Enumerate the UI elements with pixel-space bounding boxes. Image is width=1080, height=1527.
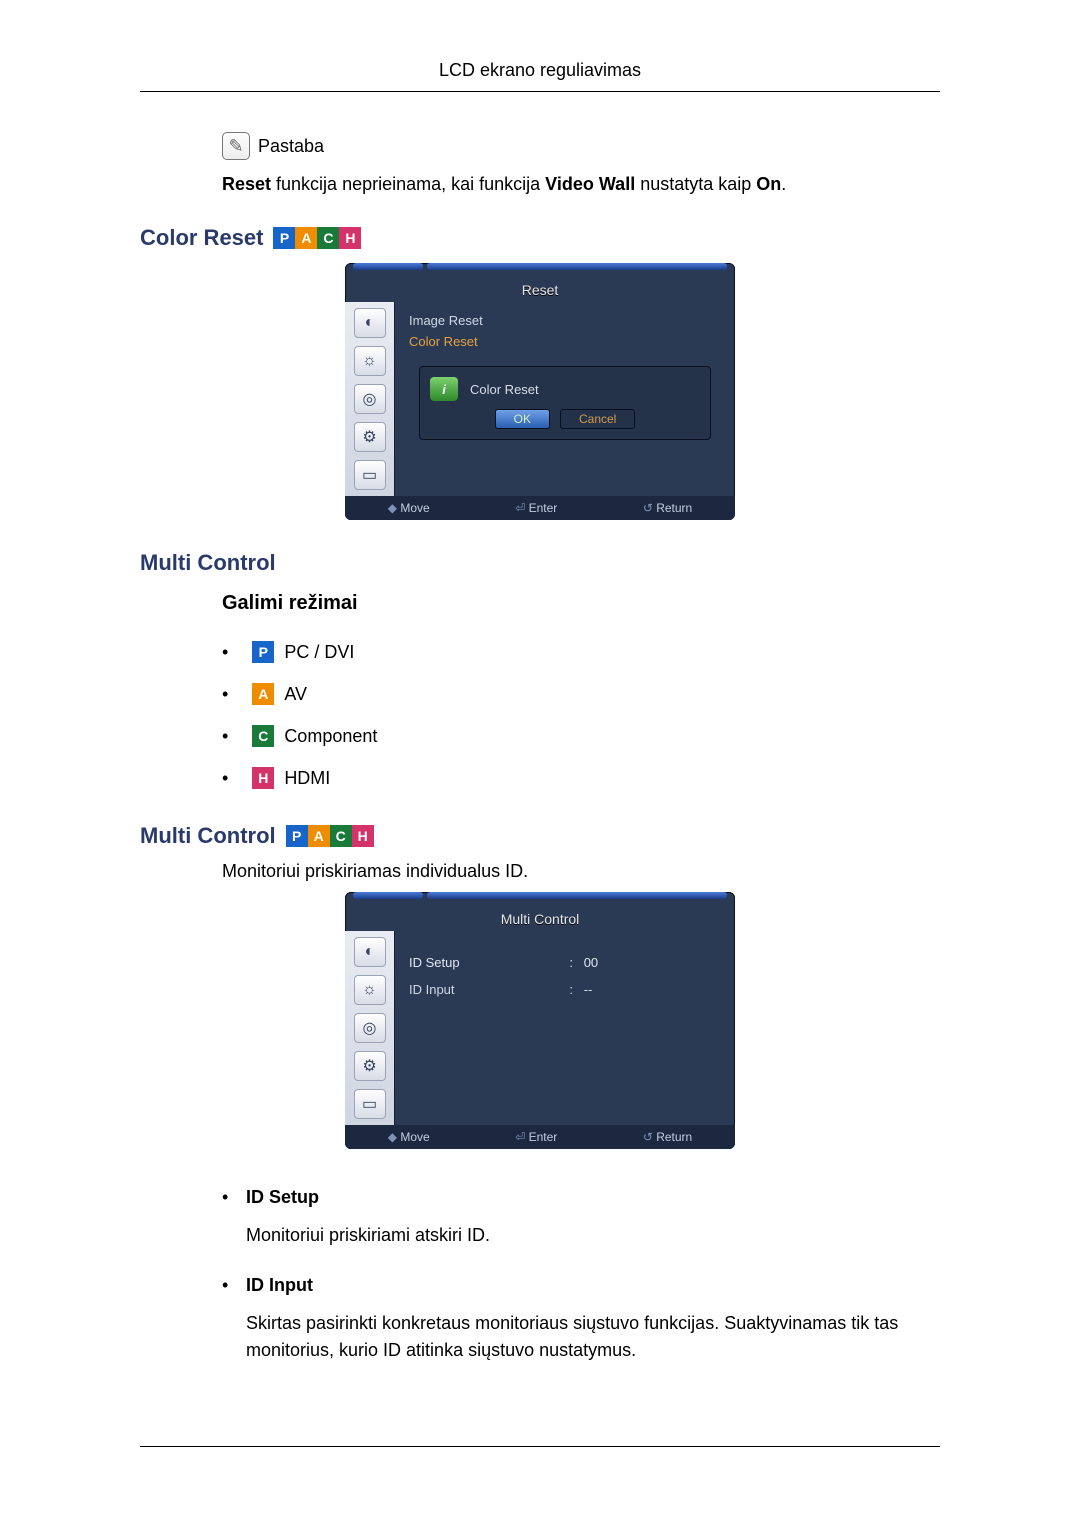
osd-side-icon: ◎ xyxy=(354,1013,386,1043)
osd-side-icon: ◐ xyxy=(354,937,386,967)
osd-footer-return: Return xyxy=(656,501,692,515)
badge-p-icon: P xyxy=(252,641,274,663)
mode-label: AV xyxy=(284,684,307,705)
osd-side-icon: ☼ xyxy=(354,346,386,376)
note-bold-on: On xyxy=(756,174,781,194)
osd-row-label: ID Input xyxy=(409,982,559,997)
subhead-modes: Galimi režimai xyxy=(222,592,940,615)
modes-list: P PC / DVI A AV C Component H HDMI xyxy=(222,631,940,799)
osd-footer-return: Return xyxy=(656,1130,692,1144)
badge-a-icon: A xyxy=(252,683,274,705)
list-item: •ID Setup Monitoriui priskiriami atskiri… xyxy=(222,1179,940,1267)
osd-row-value: -- xyxy=(584,982,721,997)
mode-item: H HDMI xyxy=(222,757,940,799)
osd-side-icons: ◐ ☼ ◎ ⚙ ▭ xyxy=(345,931,395,1125)
section-title-color-reset: Color Reset xyxy=(140,225,263,251)
id-definitions-list: •ID Setup Monitoriui priskiriami atskiri… xyxy=(222,1179,940,1382)
osd-dialog: i Color Reset OK Cancel xyxy=(419,366,711,440)
osd-footer-move: Move xyxy=(400,501,429,515)
mode-label: Component xyxy=(284,726,377,747)
mode-label: PC / DVI xyxy=(284,642,354,663)
mode-item: A AV xyxy=(222,673,940,715)
id-input-title: ID Input xyxy=(246,1275,313,1295)
multi-control-intro: Monitoriui priskiriamas individualus ID. xyxy=(222,861,940,882)
osd-reset-panel: Reset ◐ ☼ ◎ ⚙ ▭ Image Reset Color Reset … xyxy=(345,263,735,520)
mode-label: HDMI xyxy=(284,768,330,789)
osd-row-sep: : xyxy=(559,955,584,970)
badge-h-icon: H xyxy=(352,825,374,847)
osd-row[interactable]: ID Input : -- xyxy=(409,976,721,1003)
osd-multi-panel: Multi Control ◐ ☼ ◎ ⚙ ▭ ID Setup : 00 ID… xyxy=(345,892,735,1149)
osd-side-icons: ◐ ☼ ◎ ⚙ ▭ xyxy=(345,302,395,496)
osd-multi-title: Multi Control xyxy=(345,905,735,931)
badge-a-icon: A xyxy=(308,825,330,847)
page-header: LCD ekrano reguliavimas xyxy=(140,60,940,92)
osd-row-label: ID Setup xyxy=(409,955,559,970)
info-icon: i xyxy=(430,377,458,401)
osd-menu-item[interactable]: Image Reset xyxy=(409,310,721,331)
osd-side-icon: ▭ xyxy=(354,460,386,490)
cancel-button[interactable]: Cancel xyxy=(560,409,635,429)
section-color-reset: Color Reset P A C H xyxy=(140,225,940,251)
osd-footer: ◆ Move ⏎ Enter ↺ Return xyxy=(345,496,735,520)
mode-item: P PC / DVI xyxy=(222,631,940,673)
note-bold-videowall: Video Wall xyxy=(545,174,635,194)
note-bold-reset: Reset xyxy=(222,174,271,194)
id-setup-desc: Monitoriui priskiriami atskiri ID. xyxy=(246,1222,940,1249)
osd-row-value: 00 xyxy=(584,955,721,970)
note-icon: ✎ xyxy=(222,132,250,160)
note-text: Reset funkcija neprieinama, kai funkcija… xyxy=(222,174,940,195)
section-title-multi-control-2: Multi Control xyxy=(140,823,276,849)
badge-p-icon: P xyxy=(286,825,308,847)
badge-c-icon: C xyxy=(330,825,352,847)
osd-side-icon: ☼ xyxy=(354,975,386,1005)
id-input-desc: Skirtas pasirinkti konkretaus monitoriau… xyxy=(246,1310,940,1364)
osd-side-icon: ⚙ xyxy=(354,1051,386,1081)
osd-footer-enter: Enter xyxy=(529,501,558,515)
badges-color-reset: P A C H xyxy=(273,227,361,249)
osd-footer-enter: Enter xyxy=(529,1130,558,1144)
osd-row-selected[interactable]: ID Setup : 00 xyxy=(409,949,721,976)
badge-h-icon: H xyxy=(252,767,274,789)
list-item: •ID Input Skirtas pasirinkti konkretaus … xyxy=(222,1267,940,1382)
osd-menu-item-selected[interactable]: Color Reset xyxy=(409,331,721,352)
ok-button[interactable]: OK xyxy=(495,409,550,429)
osd-dialog-title: Color Reset xyxy=(470,382,539,397)
badge-c-icon: C xyxy=(317,227,339,249)
note-span-2: nustatyta kaip xyxy=(635,174,756,194)
section-title-multi-control: Multi Control xyxy=(140,550,276,576)
section-multi-control-pach: Multi Control P A C H xyxy=(140,823,940,849)
osd-side-icon: ◎ xyxy=(354,384,386,414)
section-multi-control-head: Multi Control xyxy=(140,550,940,576)
note-span-3: . xyxy=(781,174,786,194)
badges-multi-control: P A C H xyxy=(286,825,374,847)
osd-footer: ◆ Move ⏎ Enter ↺ Return xyxy=(345,1125,735,1149)
note-label: Pastaba xyxy=(258,136,324,157)
osd-side-icon: ▭ xyxy=(354,1089,386,1119)
footer-rule xyxy=(140,1446,940,1447)
osd-side-icon: ◐ xyxy=(354,308,386,338)
mode-item: C Component xyxy=(222,715,940,757)
id-setup-title: ID Setup xyxy=(246,1187,319,1207)
osd-side-icon: ⚙ xyxy=(354,422,386,452)
osd-row-sep: : xyxy=(559,982,584,997)
osd-footer-move: Move xyxy=(400,1130,429,1144)
badge-a-icon: A xyxy=(295,227,317,249)
osd-reset-title: Reset xyxy=(345,276,735,302)
note-span-1: funkcija neprieinama, kai funkcija xyxy=(271,174,545,194)
badge-c-icon: C xyxy=(252,725,274,747)
badge-h-icon: H xyxy=(339,227,361,249)
badge-p-icon: P xyxy=(273,227,295,249)
